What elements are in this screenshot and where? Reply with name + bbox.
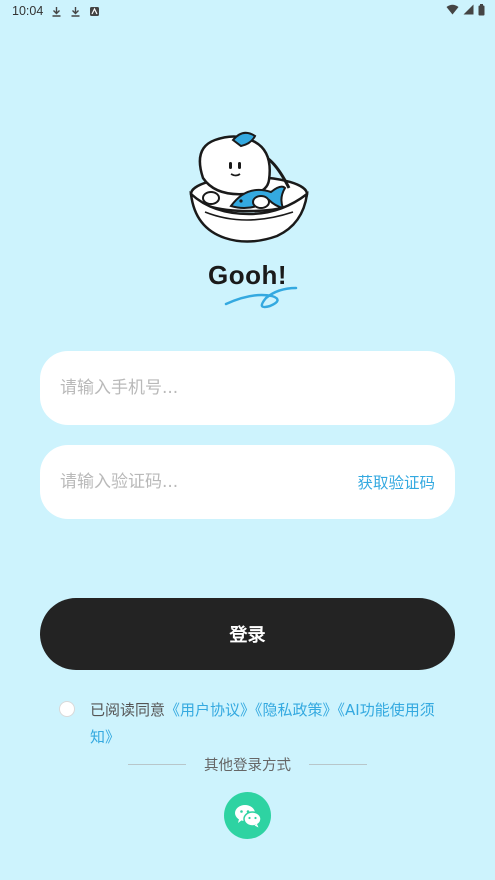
app-notification-icon (89, 6, 100, 17)
mascot-logo-icon (189, 131, 309, 243)
agreement-text: 已阅读同意《用户协议》《隐私政策》《AI功能使用须知》 (90, 697, 440, 751)
other-login-divider: 其他登录方式 (128, 753, 367, 775)
login-button[interactable]: 登录 (40, 598, 455, 670)
agreement-checkbox[interactable] (59, 701, 75, 717)
status-bar-left: 10:04 (12, 4, 100, 18)
user-agreement-link[interactable]: 《用户协议》 (165, 701, 255, 719)
status-time: 10:04 (12, 4, 44, 18)
privacy-policy-link[interactable]: 《隐私政策》 (255, 701, 338, 719)
phone-input[interactable] (60, 378, 435, 398)
brand-swoosh-icon (224, 286, 298, 309)
download-icon (51, 6, 62, 17)
divider-line (128, 763, 186, 765)
get-verification-code-button[interactable]: 获取验证码 (357, 471, 435, 493)
login-screen: 10:04 Gooh! 请输入手机号... 请输入验证码... 获取验证码 登录… (0, 0, 495, 880)
status-bar: 10:04 (0, 0, 495, 22)
verification-code-input[interactable] (60, 472, 358, 492)
cellular-signal-icon (463, 4, 474, 18)
battery-icon (478, 3, 485, 19)
wechat-login-button[interactable] (224, 792, 271, 839)
agreement-prefix: 已阅读同意 (90, 701, 166, 719)
other-login-label: 其他登录方式 (204, 757, 291, 774)
wifi-icon (446, 4, 459, 18)
verification-code-field[interactable]: 获取验证码 (40, 445, 455, 519)
download-icon (70, 6, 81, 17)
divider-line (309, 763, 367, 765)
phone-field[interactable] (40, 351, 455, 425)
wechat-icon (234, 804, 262, 827)
status-bar-right (446, 3, 485, 19)
